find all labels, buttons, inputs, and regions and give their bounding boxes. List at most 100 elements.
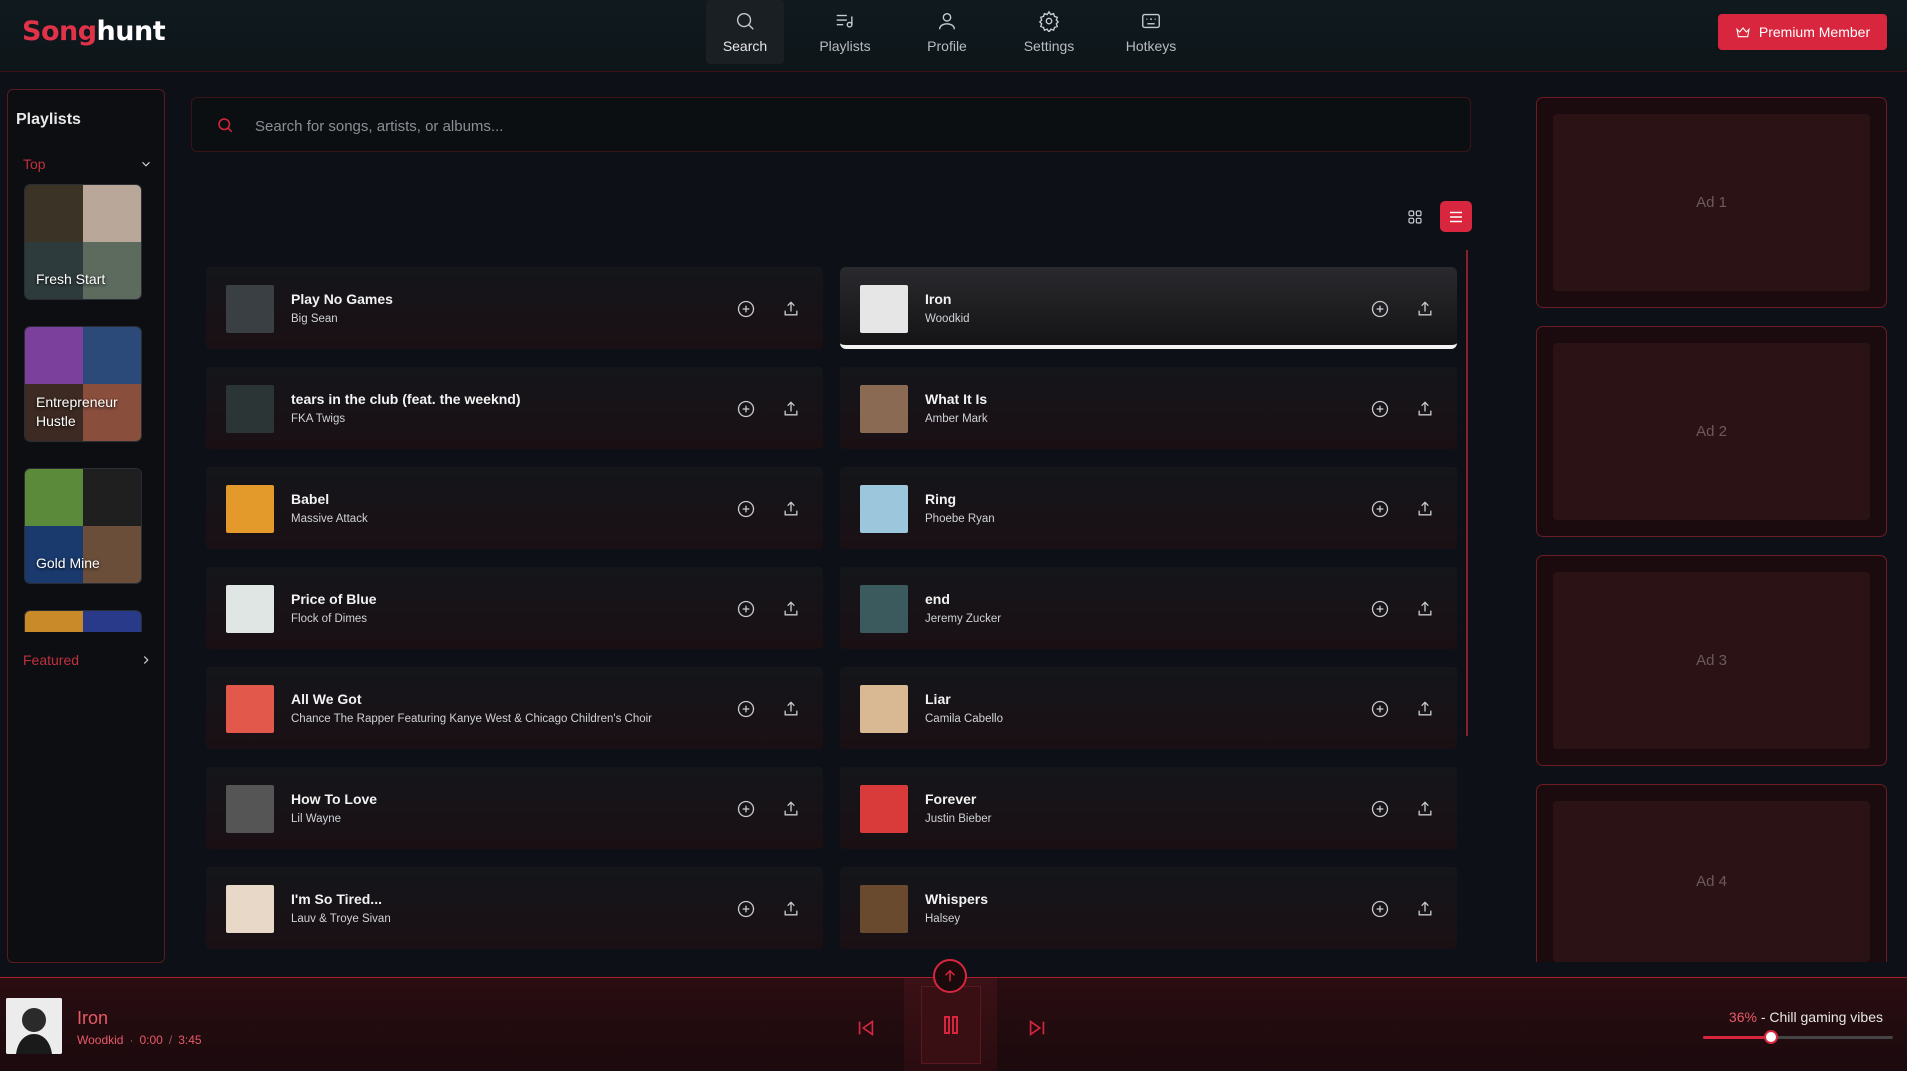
share-button[interactable]: [1413, 597, 1437, 621]
nav-settings[interactable]: Settings: [1010, 0, 1088, 64]
add-to-playlist-button[interactable]: [734, 697, 758, 721]
now-playing-artist[interactable]: Woodkid: [77, 1033, 123, 1047]
song-title: Forever: [925, 791, 977, 807]
nav-search[interactable]: Search: [706, 0, 784, 64]
chevron-down-icon: [142, 161, 150, 167]
cover-quadrant: [83, 327, 141, 384]
share-icon: [781, 399, 801, 419]
add-to-playlist-button[interactable]: [734, 497, 758, 521]
add-to-playlist-button[interactable]: [734, 897, 758, 921]
song-row[interactable]: Price of Blue Flock of Dimes: [206, 567, 823, 649]
playlist-icon: [836, 14, 853, 28]
song-artwork: [226, 785, 274, 833]
share-button[interactable]: [779, 697, 803, 721]
logo-text-hunt: hunt: [96, 16, 166, 47]
song-row[interactable]: Forever Justin Bieber: [840, 767, 1457, 849]
nav-hotkeys[interactable]: Hotkeys: [1112, 0, 1190, 64]
add-to-playlist-button[interactable]: [1368, 297, 1392, 321]
song-row[interactable]: Play No Games Big Sean: [206, 267, 823, 349]
add-to-playlist-button[interactable]: [1368, 897, 1392, 921]
song-row[interactable]: tears in the club (feat. the weeknd) FKA …: [206, 367, 823, 449]
add-to-playlist-button[interactable]: [734, 397, 758, 421]
plus-circle-icon: [1370, 699, 1390, 719]
song-row[interactable]: Babel Massive Attack: [206, 467, 823, 549]
ad-slot[interactable]: Ad 2: [1536, 326, 1887, 537]
playlist-card-gold-mine[interactable]: Gold Mine: [24, 468, 142, 584]
song-artist: Big Sean: [291, 313, 338, 325]
volume-slider[interactable]: [1703, 1030, 1893, 1044]
plus-circle-icon: [736, 799, 756, 819]
ad-label: Ad 3: [1553, 572, 1870, 749]
share-button[interactable]: [1413, 797, 1437, 821]
add-to-playlist-button[interactable]: [734, 797, 758, 821]
add-to-playlist-button[interactable]: [1368, 497, 1392, 521]
share-button[interactable]: [1413, 897, 1437, 921]
song-row-selected[interactable]: Iron Woodkid: [840, 267, 1457, 349]
song-title: Iron: [925, 291, 952, 307]
song-row[interactable]: Whispers Halsey: [840, 867, 1457, 949]
add-to-playlist-button[interactable]: [1368, 597, 1392, 621]
share-button[interactable]: [1413, 297, 1437, 321]
song-row[interactable]: All We Got Chance The Rapper Featuring Ka…: [206, 667, 823, 749]
share-button[interactable]: [1413, 397, 1437, 421]
song-artwork: [226, 485, 274, 533]
song-row[interactable]: How To Love Lil Wayne: [206, 767, 823, 849]
current-time: 0:00: [139, 1033, 163, 1047]
pause-button[interactable]: [920, 985, 981, 1064]
add-to-playlist-button[interactable]: [734, 297, 758, 321]
skip-back-icon: [858, 1019, 874, 1037]
plus-circle-icon: [736, 599, 756, 619]
ad-slot[interactable]: Ad 4: [1536, 784, 1887, 962]
app-logo[interactable]: Songhunt: [22, 16, 166, 47]
song-row[interactable]: Ring Phoebe Ryan: [840, 467, 1457, 549]
add-to-playlist-button[interactable]: [1368, 697, 1392, 721]
share-button[interactable]: [779, 497, 803, 521]
skip-forward-icon: [1029, 1019, 1045, 1037]
share-icon: [1415, 499, 1435, 519]
cover-quadrant: [25, 469, 83, 526]
next-button[interactable]: [1017, 1010, 1057, 1046]
search-input[interactable]: [255, 112, 1445, 140]
add-to-playlist-button[interactable]: [734, 597, 758, 621]
share-button[interactable]: [779, 397, 803, 421]
top-section-toggle[interactable]: Top: [23, 156, 153, 172]
cover-quadrant: [83, 185, 141, 242]
add-to-playlist-button[interactable]: [1368, 397, 1392, 421]
playlist-card-fresh-start[interactable]: Fresh Start: [24, 184, 142, 300]
song-artist: Phoebe Ryan: [925, 513, 995, 525]
nav-playlists[interactable]: Playlists: [806, 0, 884, 64]
ad-slot[interactable]: Ad 1: [1536, 97, 1887, 308]
song-row[interactable]: What It Is Amber Mark: [840, 367, 1457, 449]
share-button[interactable]: [1413, 497, 1437, 521]
top-section-label: Top: [23, 156, 46, 172]
song-artist: Flock of Dimes: [291, 613, 368, 625]
plus-circle-icon: [1370, 599, 1390, 619]
song-artwork: [226, 385, 274, 433]
previous-button[interactable]: [846, 1010, 886, 1046]
list-view-button[interactable]: [1440, 201, 1472, 232]
plus-circle-icon: [736, 699, 756, 719]
cover-quadrant: [25, 185, 83, 242]
share-button[interactable]: [1413, 697, 1437, 721]
share-button[interactable]: [779, 297, 803, 321]
song-row[interactable]: end Jeremy Zucker: [840, 567, 1457, 649]
song-list-scrollbar[interactable]: [1466, 250, 1468, 736]
playlist-card-partial[interactable]: [24, 610, 142, 632]
share-button[interactable]: [779, 797, 803, 821]
song-row[interactable]: Liar Camila Cabello: [840, 667, 1457, 749]
song-artist: Amber Mark: [925, 413, 988, 425]
ad-slot[interactable]: Ad 3: [1536, 555, 1887, 766]
featured-section-toggle[interactable]: Featured: [23, 652, 153, 668]
share-icon: [781, 499, 801, 519]
share-button[interactable]: [779, 897, 803, 921]
share-button[interactable]: [779, 597, 803, 621]
add-to-playlist-button[interactable]: [1368, 797, 1392, 821]
nav-profile[interactable]: Profile: [908, 0, 986, 64]
song-title: How To Love: [291, 791, 378, 807]
search-bar: [191, 97, 1471, 152]
grid-view-button[interactable]: [1401, 203, 1429, 231]
playlist-card-entrepreneur-hustle[interactable]: Entrepreneur Hustle: [24, 326, 142, 442]
song-row[interactable]: I'm So Tired... Lauv & Troye Sivan: [206, 867, 823, 949]
expand-player-button[interactable]: [933, 959, 967, 993]
premium-member-button[interactable]: Premium Member: [1718, 14, 1887, 50]
